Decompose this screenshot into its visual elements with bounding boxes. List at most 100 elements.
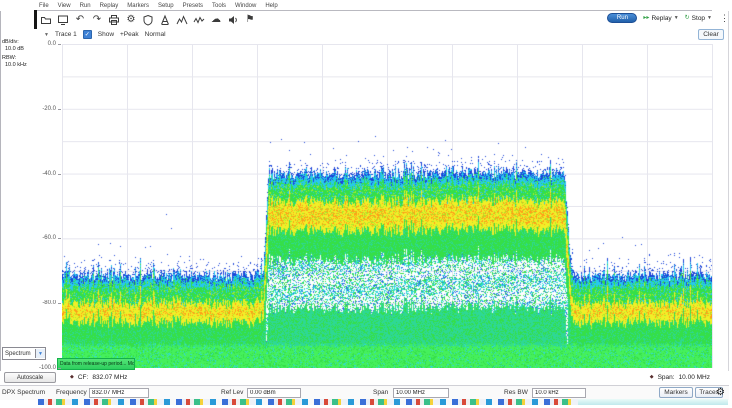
menu-item-window[interactable]: Window [235,3,256,9]
y-axis-tick [58,368,61,369]
span-field-label: Span [373,389,388,396]
y-axis-tick-label: -40.0 [26,171,56,177]
diamond-marker-icon: ◆ [650,375,654,380]
shield-icon [142,14,154,26]
menu-item-markers[interactable]: Markers [127,3,149,9]
y-axis-tick [58,303,61,304]
trace-function-selector[interactable]: Normal [145,31,166,38]
peak-marker-icon [176,14,188,26]
signalvu-window: File View Run Replay Markers Setup Presets Tool… [0,0,732,408]
spectrum-view-value: Spectrum [3,351,35,357]
taskbar-strip [38,399,578,405]
db-per-div-value: 10.0 dB [2,46,24,53]
taskbar-strip-end [578,399,728,405]
flag-icon: ⚑ [246,15,255,25]
folder-open-icon [40,14,52,26]
undo-icon: ↶ [76,15,84,25]
clear-button[interactable]: Clear [698,29,724,40]
menu-item-replay[interactable]: Replay [100,3,119,9]
save-display-button[interactable] [55,13,71,28]
y-axis-tick [58,44,61,45]
cf-readout: ◆ CF: 832.07 MHz [70,374,127,381]
settings-button[interactable]: ⚙ [123,13,139,28]
print-button[interactable] [106,13,122,28]
db-per-div-readout: dB/div: 10.0 dB [2,39,24,53]
y-axis-tick-label: -60.0 [26,235,56,241]
span-readout: ◆ Span: 10.00 MHz [650,374,710,381]
gear-icon: ⚙ [127,15,136,25]
printer-icon [108,14,120,26]
stop-refresh-icon: ↻ [685,15,690,21]
trace-collapse-icon[interactable]: ▼ [44,32,49,38]
show-label: Show [98,31,114,38]
window-right-border [728,11,729,399]
trace-selector[interactable]: Trace 1 [55,31,77,38]
y-axis-tick-label: -100.0 [26,365,56,371]
open-button[interactable] [38,13,54,28]
menu-item-view[interactable]: View [58,3,71,9]
acquisition-hint-overlay[interactable]: Data from release-up period... More [57,358,135,370]
show-trace-checkbox[interactable]: ✓ [83,30,92,39]
frequency-label: Frequency [56,389,87,396]
chevron-down-icon: ▼ [35,349,45,358]
chevron-down-icon: ▼ [707,16,712,21]
stop-button[interactable]: ↻ Stop ▼ [685,15,712,22]
res-bw-field[interactable] [532,388,586,398]
settings-bar: DPX Spectrum Frequency Ref Lev Span Res … [0,385,729,400]
y-axis-tick-label: -20.0 [26,106,56,112]
rbw-label: RBW: [2,55,27,62]
span-value: 10.00 MHz [679,374,710,381]
cf-value: 832.07 MHz [92,374,127,381]
gear-icon: ⚙ [716,388,725,398]
dpx-bitmap-canvas[interactable] [62,44,712,368]
window-left-border [0,11,1,399]
diamond-marker-icon: ◆ [70,375,74,380]
menu-item-file[interactable]: File [39,3,49,9]
speaker-icon [227,14,239,26]
acquisition-controls: Run ▸▸ Replay ▼ ↻ Stop ▼ ⋮ [607,13,729,23]
frequency-field[interactable] [89,388,149,398]
antenna-setup-button[interactable] [157,13,173,28]
save-acquisition-button[interactable]: ☁ [208,13,224,28]
span-label: Span: [658,374,675,381]
db-per-div-label: dB/div: [2,39,24,46]
trace-bar: ▼ Trace 1 ✓ Show +Peak Normal [44,29,166,40]
trace-math-button[interactable] [191,13,207,28]
run-button[interactable]: Run [607,13,637,23]
display-save-icon [57,14,69,26]
peak-search-button[interactable] [174,13,190,28]
y-axis-tick-label: 0.0 [26,41,56,47]
redo-button[interactable]: ↷ [89,13,105,28]
autoscale-button[interactable]: Autoscale [4,372,56,383]
rbw-value: 10.0 kHz [2,62,27,69]
menu-item-setup[interactable]: Setup [158,3,174,9]
menu-item-help[interactable]: Help [265,3,277,9]
menu-item-tools[interactable]: Tools [212,3,226,9]
main-toolbar: ↶ ↷ ⚙ ☁ ⚑ [38,12,258,28]
audio-demod-button[interactable] [225,13,241,28]
span-field[interactable] [393,388,449,398]
settings-gear-button[interactable]: ⚙ [714,386,727,399]
menu-item-run[interactable]: Run [80,3,91,9]
waveform-icon [193,14,205,26]
ref-lev-field[interactable] [247,388,301,398]
window-edge-mark [34,10,37,29]
preset-button[interactable] [140,13,156,28]
more-options-icon[interactable]: ⋮ [720,14,729,23]
detection-selector[interactable]: +Peak [120,31,139,38]
stop-label: Stop [692,15,705,22]
chevron-down-icon: ▼ [674,16,679,21]
markers-button[interactable]: Markers [659,387,693,398]
cf-label: CF: [78,374,88,381]
flag-marker-button[interactable]: ⚑ [242,13,258,28]
undo-button[interactable]: ↶ [72,13,88,28]
replay-arrows-icon: ▸▸ [643,15,649,21]
res-bw-label: Res BW [504,389,528,396]
measurement-name: DPX Spectrum [2,389,45,396]
redo-icon: ↷ [93,15,101,25]
replay-button[interactable]: ▸▸ Replay ▼ [643,15,678,22]
menu-item-presets[interactable]: Presets [183,3,203,9]
spectrum-view-select[interactable]: Spectrum ▼ [2,347,46,360]
antenna-icon [159,14,171,26]
y-axis-tick [58,174,61,175]
